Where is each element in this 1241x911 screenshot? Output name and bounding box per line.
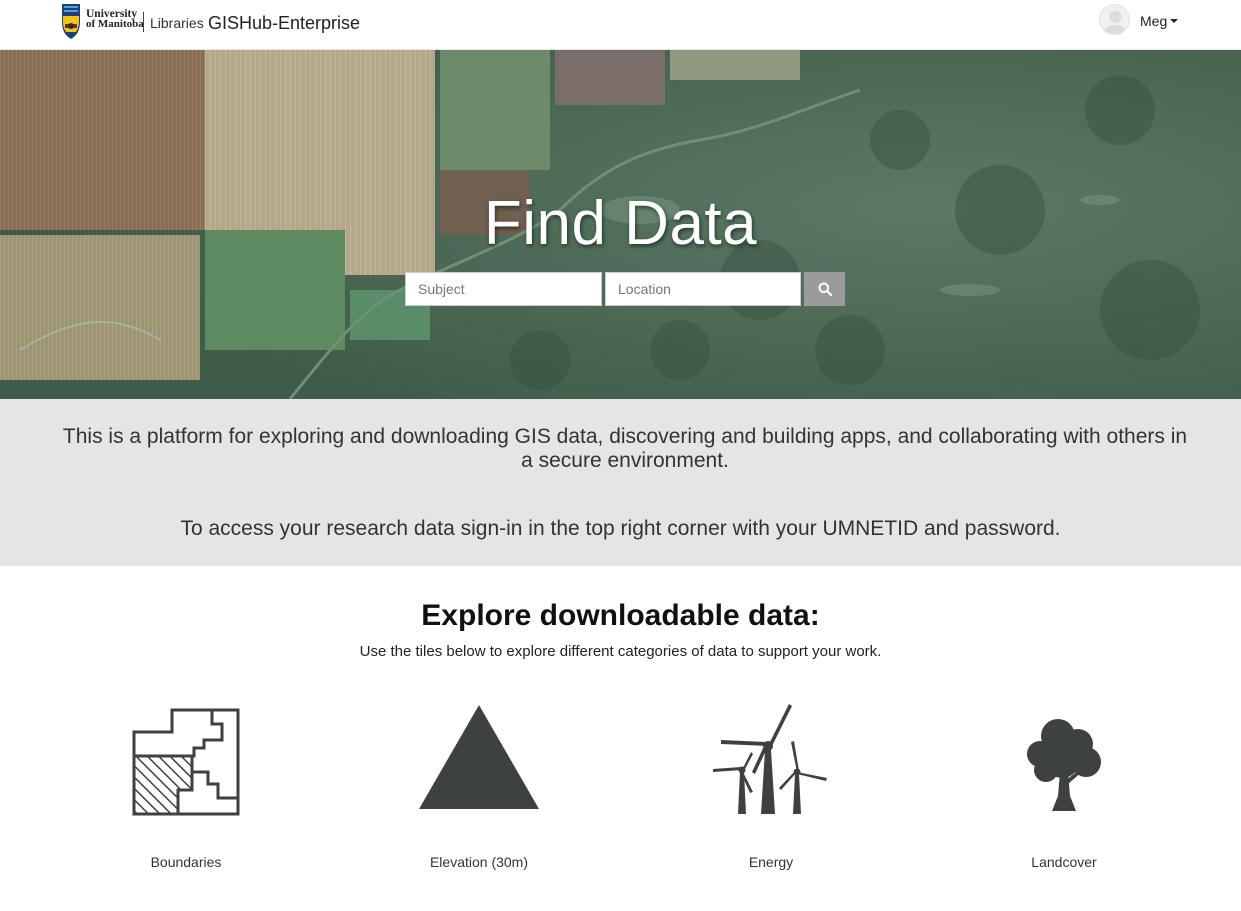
tile-label: Boundaries xyxy=(150,854,222,870)
top-navbar: University of Manitoba Libraries GISHub-… xyxy=(0,0,1241,50)
tree-icon xyxy=(1027,719,1101,811)
username-label: Meg xyxy=(1140,13,1168,29)
elevation-icon xyxy=(419,705,539,809)
of-manitoba-text: of Manitoba xyxy=(86,18,144,30)
hero-title: Find Data xyxy=(483,189,758,258)
intro-band: This is a platform for exploring and dow… xyxy=(0,399,1241,566)
search-icon xyxy=(818,282,832,296)
explore-subheading: Use the tiles below to explore different… xyxy=(359,643,882,660)
location-search-input[interactable] xyxy=(605,272,801,306)
tile-energy[interactable]: Energy xyxy=(651,700,891,880)
avatar-silhouette-icon xyxy=(1104,11,1127,34)
subject-search-input[interactable] xyxy=(405,272,602,306)
intro-paragraph-signin: To access your research data sign-in in … xyxy=(180,517,1061,540)
libraries-text[interactable]: Libraries xyxy=(150,15,204,31)
user-avatar[interactable] xyxy=(1099,4,1130,35)
search-button[interactable] xyxy=(804,272,845,306)
tile-label: Energy xyxy=(748,854,794,870)
hero-banner: Find Data xyxy=(0,50,1241,399)
wind-turbine-icon xyxy=(713,704,827,814)
boundaries-icon xyxy=(132,708,240,816)
tile-elevation[interactable]: Elevation (30m) xyxy=(359,700,599,880)
explore-heading: Explore downloadable data: xyxy=(421,599,820,632)
tile-label: Landcover xyxy=(1031,854,1097,870)
tile-label: Elevation (30m) xyxy=(429,854,529,870)
caret-down-icon xyxy=(1170,19,1179,23)
intro-paragraph-platform: This is a platform for exploring and dow… xyxy=(62,425,1188,472)
university-wordmark[interactable]: University of Manitoba xyxy=(86,8,144,30)
tile-boundaries[interactable]: Boundaries xyxy=(66,700,306,880)
app-title[interactable]: GISHub-Enterprise xyxy=(208,13,360,34)
tile-landcover[interactable]: Landcover xyxy=(944,700,1184,880)
logo-divider xyxy=(143,12,144,32)
user-menu-dropdown[interactable]: Meg xyxy=(1140,13,1179,29)
